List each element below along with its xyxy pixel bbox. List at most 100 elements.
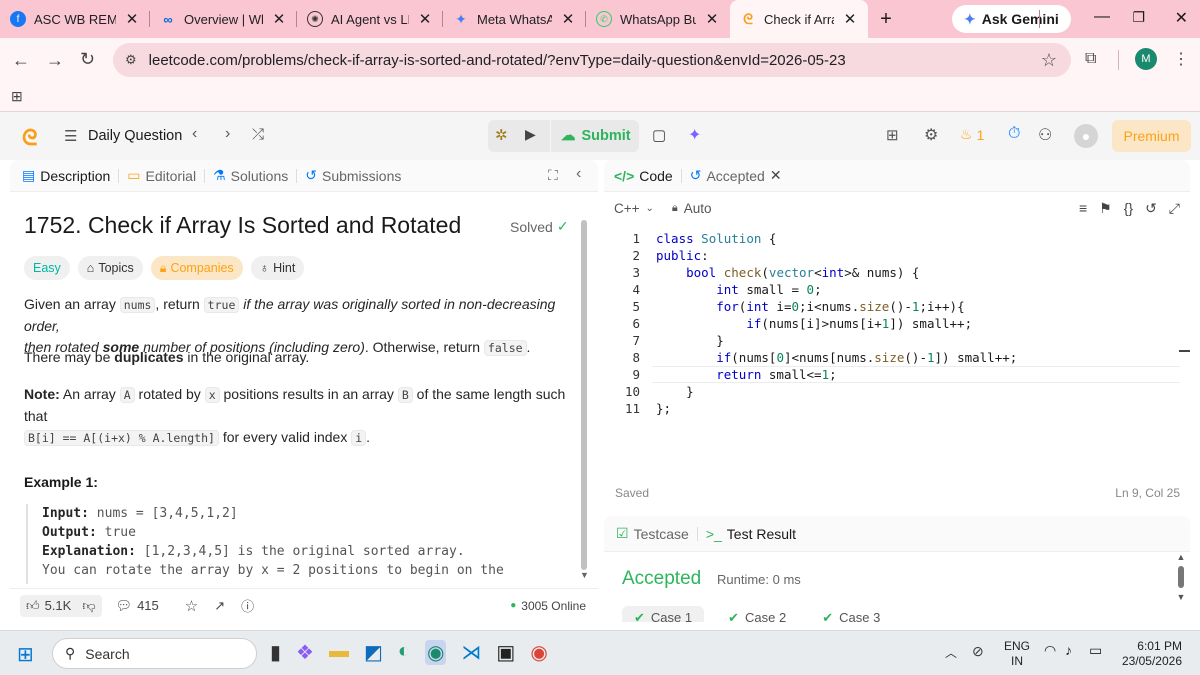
chrome-profile-icon[interactable]: ◉: [424, 640, 447, 665]
help-icon[interactable]: ⓘ: [241, 596, 254, 615]
file-explorer-icon[interactable]: ▬: [329, 640, 349, 665]
ask-gemini-button[interactable]: ✦ Ask Gemini: [952, 5, 1071, 33]
case-tab[interactable]: ✔ Case 1: [622, 606, 705, 622]
share-icon[interactable]: ↗: [214, 598, 225, 614]
prev-problem-icon[interactable]: ‹: [192, 125, 197, 143]
close-tab-icon[interactable]: ✕: [560, 10, 576, 28]
mode-label: Auto: [683, 200, 712, 216]
restore-icon[interactable]: ❐: [1132, 9, 1145, 26]
omnibox[interactable]: ⚙ leetcode.com/problems/check-if-array-i…: [113, 43, 1071, 77]
collapse-icon[interactable]: ‹: [576, 165, 581, 183]
next-problem-icon[interactable]: ›: [225, 125, 230, 143]
format-icon[interactable]: ≡: [1079, 200, 1087, 217]
close-tab-icon[interactable]: ✕: [704, 10, 720, 28]
forward-icon[interactable]: →: [46, 50, 64, 71]
expand-icon[interactable]: ⛶: [548, 167, 558, 184]
reload-icon[interactable]: ↻: [80, 49, 95, 70]
layout-icon[interactable]: ⊞: [886, 126, 899, 144]
streak-counter[interactable]: ♨ 1: [960, 126, 984, 143]
close-tab-icon[interactable]: ✕: [842, 10, 858, 28]
debug-icon[interactable]: ✲: [495, 126, 508, 144]
run-icon[interactable]: ▶: [525, 126, 536, 143]
browser-menu-icon[interactable]: ⋮: [1173, 49, 1189, 69]
problem-list-icon[interactable]: ☰: [64, 127, 77, 145]
location-off-icon[interactable]: ⊘: [972, 643, 984, 660]
daily-question-link[interactable]: Daily Question: [88, 128, 182, 144]
favorite-star-icon[interactable]: ☆: [185, 597, 198, 615]
tab-code[interactable]: </> Code: [604, 168, 681, 184]
close-tab-icon[interactable]: ✕: [124, 10, 140, 28]
bookmark-star-icon[interactable]: ☆: [1041, 50, 1057, 71]
language-indicator[interactable]: ENG IN: [1004, 639, 1030, 669]
chevron-up-icon[interactable]: ︿: [945, 644, 957, 661]
windows-start-icon[interactable]: ⊞: [17, 642, 34, 667]
clock[interactable]: 6:01 PM 23/05/2026: [1118, 639, 1182, 669]
add-friend-icon[interactable]: ⚇: [1038, 125, 1052, 145]
leetcode-header: ᘓ ☰ Daily Question ‹ › ⤮ ✲ ▶ ☁ Submit ▢ …: [0, 112, 1200, 160]
tab-solutions[interactable]: ⚗ Solutions: [205, 167, 296, 184]
thumbs-down-icon[interactable]: 👎︎: [82, 598, 95, 614]
back-icon[interactable]: ←: [12, 50, 30, 71]
tab-test-result[interactable]: >_ Test Result: [698, 526, 804, 542]
chrome-icon[interactable]: ◉: [530, 640, 547, 665]
ai-sparkle-icon[interactable]: ✦: [688, 125, 701, 145]
settings-gear-icon[interactable]: ⚙: [924, 125, 938, 145]
task-view-icon[interactable]: ▮: [270, 640, 281, 665]
site-info-icon[interactable]: ⚙: [125, 52, 137, 68]
browser-tab[interactable]: ✆ WhatsApp Busi ✕: [586, 0, 730, 38]
close-tab-icon[interactable]: ✕: [417, 10, 433, 28]
fullscreen-icon[interactable]: ⤢: [1169, 200, 1180, 217]
tab-testcase[interactable]: ☑ Testcase: [604, 525, 697, 542]
code-editor[interactable]: 1 2 3 4 5 6 7 8 9 10 11 class Solution { public: b…: [604, 230, 1190, 420]
bookmark-icon[interactable]: ⚑: [1099, 200, 1112, 217]
browser-tab[interactable]: f ASC WB REMIN ✕: [0, 0, 150, 38]
case-tab[interactable]: ✔ Case 2: [716, 606, 798, 622]
premium-button[interactable]: Premium: [1112, 120, 1191, 152]
battery-icon[interactable]: ▭: [1089, 642, 1102, 659]
vscode-icon[interactable]: ⋊: [461, 640, 481, 665]
outlook-icon[interactable]: ◩: [364, 640, 383, 665]
hint-tag[interactable]: ♁ Hint: [250, 256, 305, 280]
companies-tag[interactable]: 🔒︎ Companies: [150, 256, 243, 280]
tab-submissions[interactable]: ↺ Submissions: [297, 167, 409, 184]
auto-mode[interactable]: 🔒︎ Auto: [672, 201, 712, 216]
taskbar-search[interactable]: ⚲ Search: [52, 638, 257, 669]
close-window-icon[interactable]: ✕: [1175, 8, 1188, 28]
tab-accepted[interactable]: ↺ Accepted ✕: [682, 167, 790, 184]
close-tab-icon[interactable]: ✕: [271, 10, 287, 28]
url-text[interactable]: leetcode.com/problems/check-if-array-is-…: [149, 52, 1029, 69]
wifi-icon[interactable]: ◠: [1044, 642, 1056, 659]
profile-avatar[interactable]: M: [1135, 48, 1157, 70]
notes-icon[interactable]: ▢: [652, 126, 666, 144]
apps-grid-icon[interactable]: ⊞: [11, 88, 23, 105]
result-scrollbar[interactable]: ▲ ▼: [1176, 552, 1186, 622]
browser-tab-active[interactable]: ᘓ Check if Array ✕: [730, 0, 868, 38]
leetcode-logo-icon[interactable]: ᘓ: [22, 125, 38, 151]
minimize-icon[interactable]: —: [1094, 8, 1110, 26]
tab-description[interactable]: ▤ Description: [10, 167, 118, 184]
language-select[interactable]: C++ ⌄: [614, 201, 654, 216]
volume-icon[interactable]: ♪: [1065, 642, 1072, 658]
timer-icon[interactable]: ⏱: [1008, 125, 1020, 143]
browser-tab[interactable]: ∞ Overview | Wha ✕: [150, 0, 297, 38]
submit-button[interactable]: ☁ Submit: [551, 120, 639, 152]
terminal-icon[interactable]: ▣: [496, 640, 515, 665]
copilot-icon[interactable]: ❖: [296, 640, 314, 665]
case-tab[interactable]: ✔ Case 3: [810, 606, 892, 622]
close-tab-icon[interactable]: ✕: [770, 167, 782, 184]
braces-icon[interactable]: {}: [1124, 200, 1133, 217]
new-tab-button[interactable]: +: [868, 8, 904, 31]
shuffle-icon[interactable]: ⤮: [252, 126, 264, 143]
topics-tag[interactable]: ⌂ Topics: [77, 256, 143, 280]
comments-button[interactable]: 💬︎ 415: [116, 598, 159, 614]
reset-icon[interactable]: ↺: [1145, 200, 1157, 217]
scrollbar[interactable]: ▼: [580, 220, 589, 585]
edge-icon[interactable]: ◐: [398, 640, 410, 665]
user-avatar[interactable]: ●: [1074, 124, 1098, 148]
browser-tab[interactable]: ✦ Meta WhatsApp ✕: [443, 0, 586, 38]
checkbox-icon: ☑: [616, 525, 629, 541]
browser-tab[interactable]: ✺ AI Agent vs LLM ✕: [297, 0, 443, 38]
tab-editorial[interactable]: ▭ Editorial: [119, 167, 204, 184]
extensions-icon[interactable]: ⧉: [1085, 50, 1096, 68]
like-button[interactable]: 👍︎ 5.1K 👎︎: [20, 594, 102, 617]
